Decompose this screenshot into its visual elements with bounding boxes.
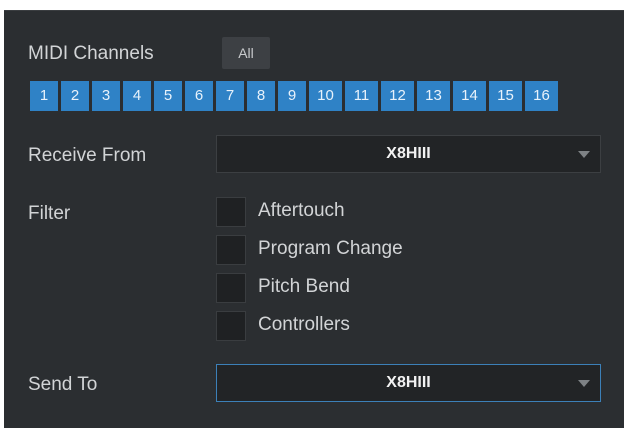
controllers-checkbox[interactable] <box>216 311 246 341</box>
channel-button-2[interactable]: 2 <box>61 81 89 111</box>
program-change-checkbox[interactable] <box>216 235 246 265</box>
channel-button-13[interactable]: 13 <box>417 81 450 111</box>
channel-button-11[interactable]: 11 <box>345 81 378 111</box>
aftertouch-checkbox[interactable] <box>216 197 246 227</box>
send-to-label: Send To <box>28 374 98 395</box>
caret-down-icon <box>578 151 590 158</box>
channel-button-5[interactable]: 5 <box>154 81 182 111</box>
channel-button-9[interactable]: 9 <box>278 81 306 111</box>
all-channels-button[interactable]: All <box>222 37 270 69</box>
controllers-label: Controllers <box>258 314 350 335</box>
pitch-bend-label: Pitch Bend <box>258 276 350 297</box>
channel-button-14[interactable]: 14 <box>453 81 486 111</box>
send-to-value: X8HIII <box>386 374 431 391</box>
midi-channels-label: MIDI Channels <box>28 43 154 64</box>
channel-button-3[interactable]: 3 <box>92 81 120 111</box>
receive-from-dropdown[interactable]: X8HIII <box>216 135 601 173</box>
channel-button-7[interactable]: 7 <box>216 81 244 111</box>
caret-down-icon <box>578 380 590 387</box>
send-to-dropdown[interactable]: X8HIII <box>216 364 601 402</box>
receive-from-label: Receive From <box>28 145 147 166</box>
channel-buttons: 1 2 3 4 5 6 7 8 9 10 11 12 13 14 15 16 <box>30 81 558 111</box>
channel-button-8[interactable]: 8 <box>247 81 275 111</box>
receive-from-value: X8HIII <box>386 145 431 162</box>
channel-button-1[interactable]: 1 <box>30 81 58 111</box>
channel-button-6[interactable]: 6 <box>185 81 213 111</box>
channel-button-12[interactable]: 12 <box>381 81 414 111</box>
pitch-bend-checkbox[interactable] <box>216 273 246 303</box>
aftertouch-label: Aftertouch <box>258 200 345 221</box>
program-change-label: Program Change <box>258 238 403 259</box>
filter-label: Filter <box>28 203 71 224</box>
channel-button-4[interactable]: 4 <box>123 81 151 111</box>
channel-button-10[interactable]: 10 <box>309 81 342 111</box>
channel-button-16[interactable]: 16 <box>525 81 558 111</box>
midi-settings-panel: MIDI Channels All 1 2 3 4 5 6 7 8 9 10 1… <box>4 10 624 428</box>
channel-button-15[interactable]: 15 <box>489 81 522 111</box>
